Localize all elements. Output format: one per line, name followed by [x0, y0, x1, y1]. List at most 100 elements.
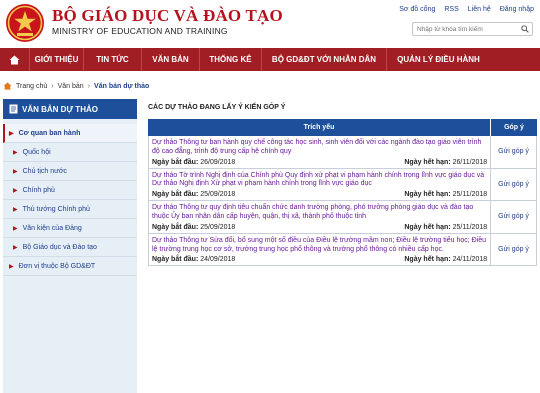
- caret-right-icon: ▶: [13, 149, 18, 156]
- send-feedback-link[interactable]: Gửi góp ý: [491, 136, 536, 168]
- table-row: Dự thảo Thông tư Sửa đổi, bổ sung một số…: [148, 233, 537, 267]
- start-label: Ngày bắt đầu:: [152, 256, 199, 264]
- end-value: 26/11/2018: [452, 158, 488, 166]
- end-date: Ngày hết hạn: 24/11/2018: [404, 256, 487, 263]
- row-summary-cell: Dự thảo Thông tư ban hành quy chế công t…: [149, 136, 492, 168]
- end-label: Ngày hết hạn:: [404, 256, 451, 264]
- draft-link[interactable]: Dự thảo Thông tư ban hành quy chế công t…: [152, 139, 487, 157]
- start-label: Ngày bắt đầu:: [152, 191, 199, 199]
- sidebar-item-label: Thủ tướng Chính phủ: [22, 205, 90, 213]
- sidebar: VĂN BẢN DỰ THẢO ▶ Cơ quan ban hành ▶ Quố…: [3, 99, 137, 393]
- top-links: Sơ đồ cổng RSS Liên hệ Đăng nhập: [399, 6, 534, 13]
- national-emblem-icon[interactable]: [5, 3, 45, 43]
- column-header-feedback: Góp ý: [504, 124, 524, 131]
- contact-link[interactable]: Liên hệ: [468, 6, 491, 13]
- table-row: Dự thảo Tờ trình Nghị định của Chính phủ…: [148, 168, 537, 202]
- start-label: Ngày bắt đầu:: [152, 223, 199, 231]
- send-feedback-link[interactable]: Gửi góp ý: [491, 201, 536, 233]
- start-value: 25/09/2018: [200, 223, 236, 231]
- caret-right-icon: ▶: [13, 244, 18, 251]
- sidebar-item-co-quan-ban-hanh[interactable]: ▶ Cơ quan ban hành: [3, 124, 137, 143]
- search-box: [412, 22, 533, 36]
- start-date: Ngày bắt đầu: 26/09/2018: [152, 159, 235, 166]
- table-row: Dự thảo Thông tư quy định tiêu chuẩn chứ…: [148, 201, 537, 234]
- nav-van-ban[interactable]: VĂN BẢN: [142, 48, 200, 71]
- start-value: 24/09/2018: [200, 256, 236, 264]
- table-header: Trích yếu Góp ý: [148, 119, 537, 136]
- sidebar-item-label: Quốc hội: [22, 148, 51, 156]
- row-dates: Ngày bắt đầu: 25/09/2018 Ngày hết hạn: 2…: [152, 191, 487, 198]
- sidebar-item-bo-gddt[interactable]: ▶ Bộ Giáo dục và Đào tạo: [3, 238, 137, 257]
- login-link[interactable]: Đăng nhập: [500, 6, 534, 13]
- breadcrumb-van-ban[interactable]: Văn bản: [58, 83, 84, 90]
- draft-link[interactable]: Dự thảo Thông tư Sửa đổi, bổ sung một số…: [152, 237, 487, 255]
- sidebar-heading-label: VĂN BẢN DỰ THẢO: [22, 104, 98, 114]
- breadcrumb-home[interactable]: Trang chủ: [16, 83, 47, 90]
- caret-right-icon: ▶: [9, 130, 14, 137]
- row-summary-cell: Dự thảo Thông tư quy định tiêu chuẩn chứ…: [149, 201, 492, 233]
- sitemap-link[interactable]: Sơ đồ cổng: [399, 6, 435, 13]
- sidebar-item-chu-tich-nuoc[interactable]: ▶ Chủ tịch nước: [3, 162, 137, 181]
- row-dates: Ngày bắt đầu: 25/09/2018 Ngày hết hạn: 2…: [152, 224, 487, 231]
- row-summary-cell: Dự thảo Thông tư Sửa đổi, bổ sung một số…: [149, 233, 492, 266]
- nav-bo-voi-nhan-dan[interactable]: BỘ GD&ĐT VỚI NHÂN DÂN: [262, 48, 387, 71]
- sidebar-item-label: Bộ Giáo dục và Đào tạo: [22, 243, 97, 251]
- end-date: Ngày hết hạn: 26/11/2018: [404, 159, 487, 166]
- start-label: Ngày bắt đầu:: [152, 158, 199, 166]
- sidebar-item-label: Cơ quan ban hành: [18, 129, 81, 137]
- sidebar-item-thu-tuong[interactable]: ▶ Thủ tướng Chính phủ: [3, 200, 137, 219]
- caret-right-icon: ▶: [13, 187, 18, 194]
- sidebar-item-chinh-phu[interactable]: ▶ Chính phủ: [3, 181, 137, 200]
- end-value: 24/11/2018: [452, 256, 488, 264]
- draft-link[interactable]: Dự thảo Thông tư quy định tiêu chuẩn chứ…: [152, 204, 487, 222]
- sidebar-item-label: Đơn vị thuộc Bộ GD&ĐT: [18, 262, 96, 270]
- caret-right-icon: ▶: [13, 206, 18, 213]
- end-value: 25/11/2018: [452, 223, 488, 231]
- ministry-subtitle: MINISTRY OF EDUCATION AND TRAINING: [52, 26, 228, 36]
- end-value: 25/11/2018: [452, 191, 488, 199]
- home-icon: [3, 82, 12, 90]
- nav-tin-tuc[interactable]: TIN TỨC: [84, 48, 142, 71]
- start-value: 26/09/2018: [200, 158, 236, 166]
- caret-right-icon: ▶: [9, 263, 14, 270]
- table-row: Dự thảo Thông tư ban hành quy chế công t…: [148, 136, 537, 169]
- search-input[interactable]: [413, 23, 518, 35]
- start-date: Ngày bắt đầu: 24/09/2018: [152, 256, 235, 263]
- nav-gioi-thieu[interactable]: GIỚI THIỆU: [30, 48, 84, 71]
- end-date: Ngày hết hạn: 25/11/2018: [404, 224, 487, 231]
- main-nav: GIỚI THIỆU TIN TỨC VĂN BẢN THỐNG KÊ BỘ G…: [0, 48, 540, 71]
- send-feedback-link[interactable]: Gửi góp ý: [491, 234, 536, 266]
- home-icon: [9, 55, 20, 64]
- start-date: Ngày bắt đầu: 25/09/2018: [152, 191, 235, 198]
- draft-link[interactable]: Dự thảo Tờ trình Nghị định của Chính phủ…: [152, 172, 487, 190]
- chevron-right-icon: ›: [87, 82, 91, 90]
- breadcrumb-current: Văn bản dự thảo: [94, 82, 150, 90]
- caret-right-icon: ▶: [13, 225, 18, 232]
- sidebar-item-don-vi-thuoc-bo[interactable]: ▶ Đơn vị thuộc Bộ GD&ĐT: [3, 257, 137, 276]
- chevron-right-icon: ›: [51, 82, 54, 90]
- nav-thong-ke[interactable]: THỐNG KÊ: [200, 48, 262, 71]
- end-label: Ngày hết hạn:: [404, 191, 451, 199]
- sidebar-item-quoc-hoi[interactable]: ▶ Quốc hội: [3, 143, 137, 162]
- sidebar-item-label: Văn kiện của Đảng: [22, 224, 82, 232]
- start-date: Ngày bắt đầu: 25/09/2018: [152, 224, 235, 231]
- nav-quan-ly-dieu-hanh[interactable]: QUẢN LÝ ĐIỀU HÀNH: [387, 48, 490, 71]
- caret-right-icon: ▶: [13, 168, 18, 175]
- sidebar-item-van-kien-dang[interactable]: ▶ Văn kiện của Đảng: [3, 219, 137, 238]
- drafts-table: Trích yếu Góp ý Dự thảo Thông tư ban hàn…: [148, 119, 537, 267]
- nav-home[interactable]: [0, 48, 30, 71]
- send-feedback-link[interactable]: Gửi góp ý: [491, 169, 536, 201]
- end-date: Ngày hết hạn: 25/11/2018: [404, 191, 487, 198]
- start-value: 25/09/2018: [200, 191, 236, 199]
- search-icon[interactable]: [521, 25, 529, 33]
- sidebar-heading: VĂN BẢN DỰ THẢO: [3, 99, 137, 119]
- rss-link[interactable]: RSS: [444, 6, 458, 13]
- page-title: CÁC DỰ THẢO ĐANG LẤY Ý KIẾN GÓP Ý: [148, 104, 286, 111]
- row-dates: Ngày bắt đầu: 26/09/2018 Ngày hết hạn: 2…: [152, 159, 487, 166]
- sidebar-item-label: Chính phủ: [22, 186, 55, 194]
- end-label: Ngày hết hạn:: [404, 158, 451, 166]
- end-label: Ngày hết hạn:: [404, 223, 451, 231]
- ministry-title[interactable]: BỘ GIÁO DỤC VÀ ĐÀO TẠO: [52, 6, 283, 26]
- row-summary-cell: Dự thảo Tờ trình Nghị định của Chính phủ…: [149, 168, 492, 201]
- document-icon: [9, 104, 18, 114]
